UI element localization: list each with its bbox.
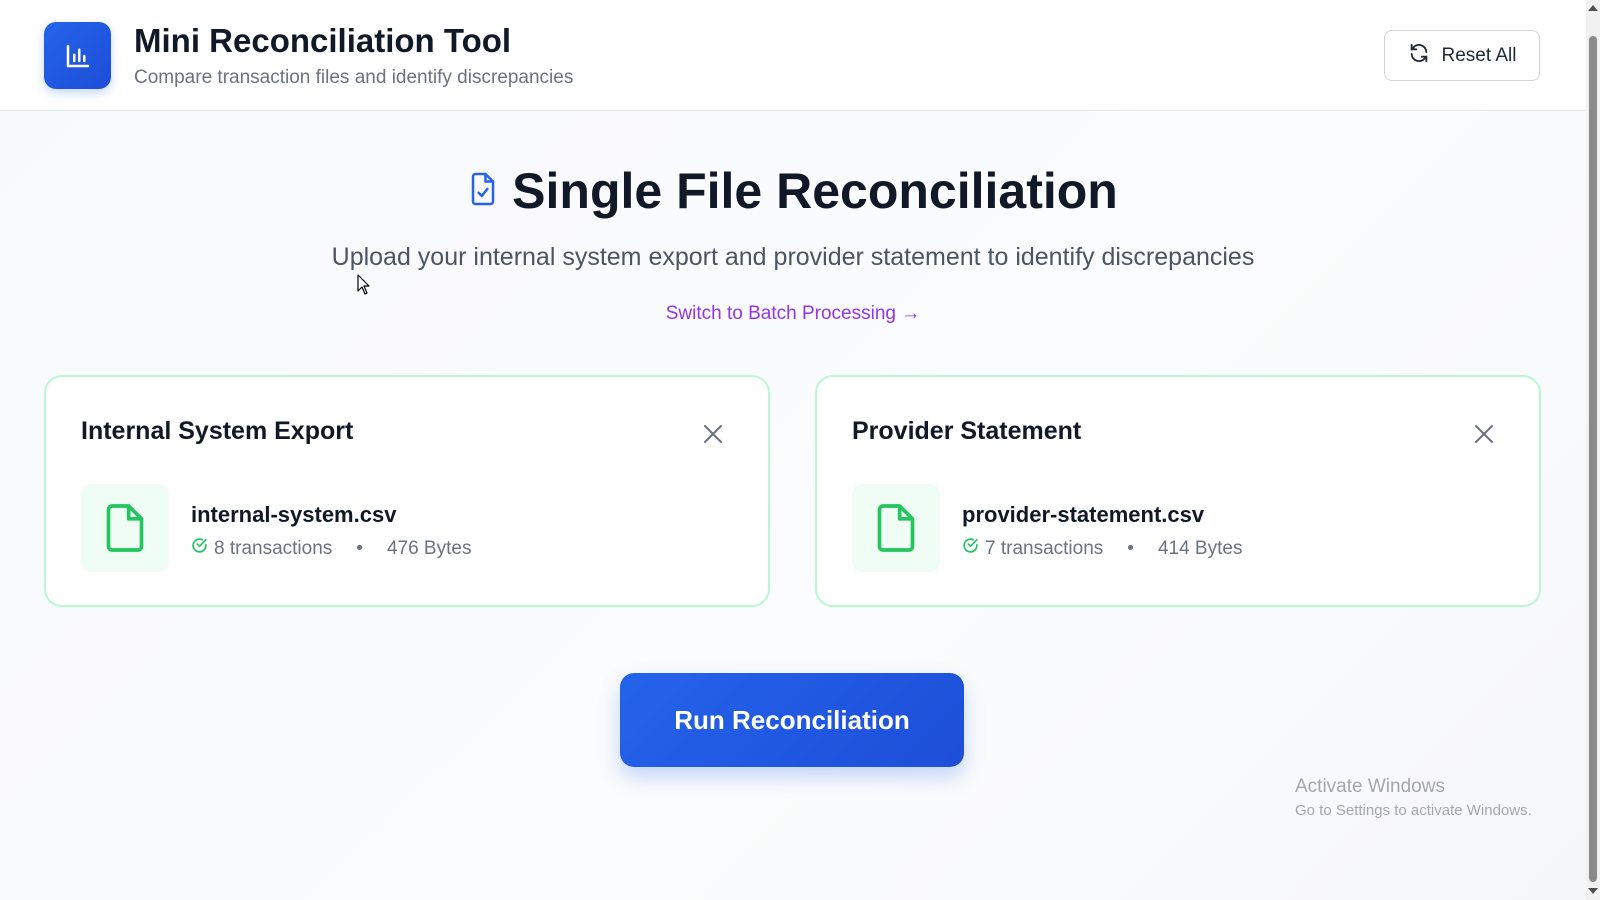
file-name: internal-system.csv bbox=[191, 502, 397, 527]
run-reconciliation-button[interactable]: Run Reconciliation bbox=[620, 673, 964, 767]
app-header: Mini Reconciliation Tool Compare transac… bbox=[0, 0, 1586, 111]
mouse-cursor-icon bbox=[357, 274, 371, 301]
file-name: provider-statement.csv bbox=[962, 502, 1205, 527]
switch-to-batch-link[interactable]: Switch to Batch Processing → bbox=[0, 303, 1586, 325]
card-title: Provider Statement bbox=[852, 417, 1082, 445]
check-circle-icon bbox=[191, 537, 208, 560]
file-check-icon bbox=[468, 171, 498, 212]
page-title: Single File Reconciliation bbox=[512, 163, 1118, 219]
internal-export-card: Internal System Export internal-system.c… bbox=[44, 375, 770, 607]
file-meta: 7 transactions • 414 Bytes bbox=[962, 537, 1242, 560]
vertical-scrollbar[interactable] bbox=[1586, 0, 1600, 900]
transaction-count: 8 transactions bbox=[214, 537, 333, 559]
reset-all-button[interactable]: Reset All bbox=[1384, 30, 1540, 81]
watermark-title: Activate Windows bbox=[1295, 776, 1445, 797]
file-size: 414 Bytes bbox=[1157, 537, 1243, 559]
file-size: 476 Bytes bbox=[386, 537, 472, 559]
file-icon bbox=[81, 484, 169, 572]
bar-chart-icon bbox=[44, 22, 111, 89]
watermark-subtitle: Go to Settings to activate Windows. bbox=[1295, 802, 1532, 819]
close-icon[interactable] bbox=[702, 423, 724, 445]
check-circle-icon bbox=[962, 537, 979, 560]
transaction-count: 7 transactions bbox=[985, 537, 1104, 559]
hero-heading: Single File Reconciliation bbox=[0, 162, 1586, 220]
card-title: Internal System Export bbox=[81, 417, 354, 445]
app-subtitle: Compare transaction files and identify d… bbox=[134, 67, 574, 88]
scroll-up-arrow[interactable] bbox=[1588, 5, 1598, 11]
file-meta: 8 transactions • 476 Bytes bbox=[191, 537, 471, 560]
provider-statement-card: Provider Statement provider-statement.cs… bbox=[815, 375, 1541, 607]
reset-all-label: Reset All bbox=[1441, 44, 1517, 66]
app-title: Mini Reconciliation Tool bbox=[134, 22, 512, 59]
file-icon bbox=[852, 484, 940, 572]
refresh-icon bbox=[1408, 42, 1430, 70]
scroll-thumb[interactable] bbox=[1589, 36, 1597, 882]
page-subtitle: Upload your internal system export and p… bbox=[331, 243, 1255, 271]
close-icon[interactable] bbox=[1473, 423, 1495, 445]
scroll-down-arrow[interactable] bbox=[1588, 888, 1598, 894]
